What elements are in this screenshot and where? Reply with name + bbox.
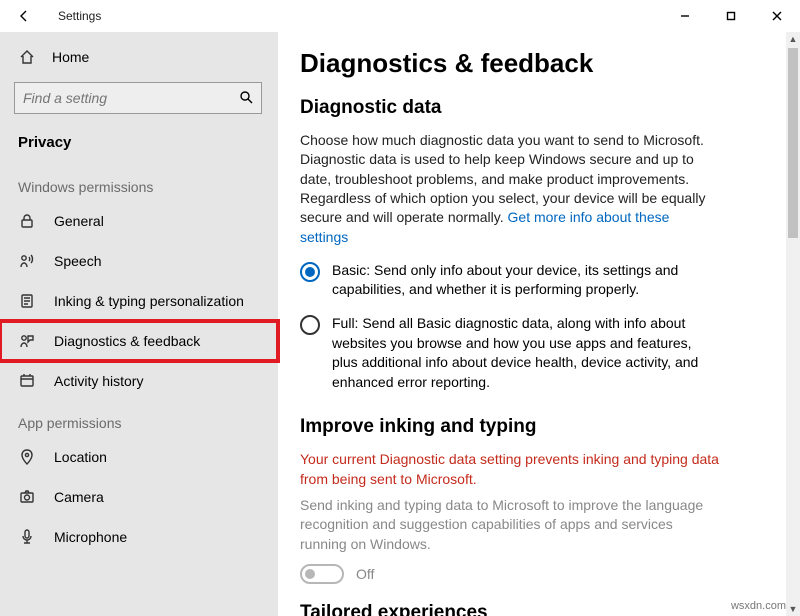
scroll-up-icon[interactable]: ▲	[786, 32, 800, 46]
home-label: Home	[52, 49, 89, 65]
sidebar-item-activity[interactable]: Activity history	[0, 361, 278, 401]
radio-basic[interactable]: Basic: Send only info about your device,…	[300, 261, 720, 300]
search-icon	[239, 90, 253, 107]
nav-label: Diagnostics & feedback	[54, 333, 200, 349]
scroll-thumb[interactable]	[788, 48, 798, 238]
group-label-windows: Windows permissions	[0, 165, 278, 201]
sidebar-item-location[interactable]: Location	[0, 437, 278, 477]
nav-label: Activity history	[54, 373, 143, 389]
scrollbar[interactable]: ▲ ▼	[786, 32, 800, 616]
nav-label: Location	[54, 449, 107, 465]
back-button[interactable]	[14, 6, 34, 26]
history-icon	[18, 372, 36, 390]
sidebar-item-inking[interactable]: Inking & typing personalization	[0, 281, 278, 321]
inking-warning: Your current Diagnostic data setting pre…	[300, 450, 720, 489]
sidebar-item-diagnostics[interactable]: Diagnostics & feedback	[0, 321, 278, 361]
nav-label: Microphone	[54, 529, 127, 545]
clipboard-icon	[18, 292, 36, 310]
sidebar: Home Privacy Windows permissions General…	[0, 32, 278, 616]
nav-label: General	[54, 213, 104, 229]
radio-basic-circle[interactable]	[300, 262, 320, 282]
scroll-down-icon[interactable]: ▼	[786, 602, 800, 616]
speech-icon	[18, 252, 36, 270]
sidebar-item-microphone[interactable]: Microphone	[0, 517, 278, 557]
camera-icon	[18, 488, 36, 506]
diagnostic-heading: Diagnostic data	[300, 97, 788, 119]
nav-label: Camera	[54, 489, 104, 505]
inking-desc: Send inking and typing data to Microsoft…	[300, 496, 720, 555]
inking-heading: Improve inking and typing	[300, 416, 788, 438]
radio-full[interactable]: Full: Send all Basic diagnostic data, al…	[300, 314, 720, 392]
diagnostic-intro: Choose how much diagnostic data you want…	[300, 131, 720, 247]
maximize-button[interactable]	[708, 0, 754, 32]
sidebar-item-general[interactable]: General	[0, 201, 278, 241]
feedback-icon	[18, 332, 36, 350]
watermark: wsxdn.com	[731, 600, 786, 612]
radio-basic-label: Basic: Send only info about your device,…	[332, 261, 720, 300]
search-input[interactable]	[23, 90, 239, 106]
sidebar-item-camera[interactable]: Camera	[0, 477, 278, 517]
page-title: Diagnostics & feedback	[300, 48, 788, 79]
location-icon	[18, 448, 36, 466]
close-button[interactable]	[754, 0, 800, 32]
nav-label: Inking & typing personalization	[54, 293, 244, 309]
radio-full-circle[interactable]	[300, 315, 320, 335]
inking-toggle-label: Off	[356, 566, 374, 582]
radio-full-label: Full: Send all Basic diagnostic data, al…	[332, 314, 720, 392]
nav-label: Speech	[54, 253, 101, 269]
current-category: Privacy	[0, 122, 278, 165]
home-link[interactable]: Home	[0, 38, 278, 76]
window-title: Settings	[58, 9, 101, 23]
search-box[interactable]	[14, 82, 262, 114]
home-icon	[18, 48, 36, 66]
sidebar-item-speech[interactable]: Speech	[0, 241, 278, 281]
titlebar: Settings	[0, 0, 800, 32]
group-label-app: App permissions	[0, 401, 278, 437]
mic-icon	[18, 528, 36, 546]
inking-toggle-row: Off	[300, 564, 788, 584]
content-pane: Diagnostics & feedback Diagnostic data C…	[278, 32, 800, 616]
tailored-heading: Tailored experiences	[300, 602, 788, 616]
inking-toggle[interactable]	[300, 564, 344, 584]
lock-icon	[18, 212, 36, 230]
minimize-button[interactable]	[662, 0, 708, 32]
